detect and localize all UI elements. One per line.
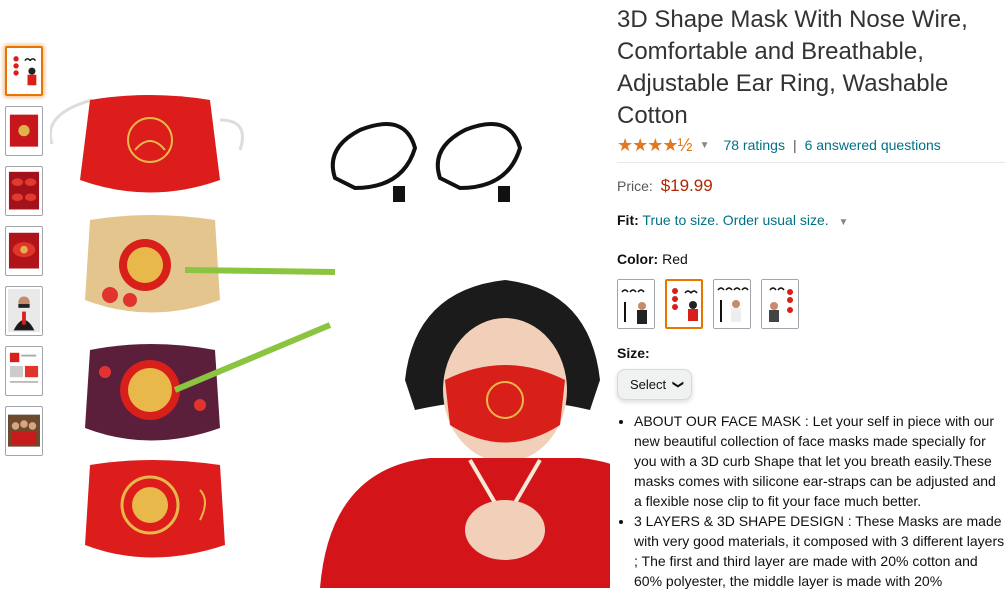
color-swatch-4[interactable] [761,279,799,329]
color-swatch-1[interactable] [617,279,655,329]
swatch-3-image [717,287,749,322]
caret-down-icon: ❯ [672,379,685,390]
thumbnail-3-image [8,171,40,210]
product-details: 3D Shape Mask With Nose Wire, Comfortabl… [617,0,1005,591]
thumbnail-7-image [8,414,40,447]
size-select-value: Select [630,377,667,392]
swatch-1-image [621,289,647,324]
price-value: $19.99 [660,176,713,195]
product-title: 3D Shape Mask With Nose Wire, Comfortabl… [617,6,968,129]
color-value: Red [662,251,688,267]
chevron-down-icon[interactable]: ▼ [700,140,710,151]
thumbnail-2-image [9,114,39,147]
swatch-4-image [769,287,793,322]
rating-row: ★★★★½ ▼ 78 ratings | 6 answered question… [617,134,1005,156]
size-label: Size: [617,345,650,361]
divider [617,162,1005,163]
answered-questions-link[interactable]: 6 answered questions [805,137,941,153]
thumbnail-5[interactable] [5,286,43,336]
feature-bullet-2: 3 LAYERS & 3D SHAPE DESIGN : These Masks… [634,511,1005,591]
thumbnail-7[interactable] [5,406,43,456]
price-label: Price: [617,178,653,194]
thumbnail-1-image [13,56,37,86]
star-rating-icon[interactable]: ★★★★½ [617,135,693,156]
mask-image-1 [50,95,244,193]
fit-chevron-down-icon[interactable]: ▼ [839,217,849,228]
feature-bullets: ABOUT OUR FACE MASK : Let your self in p… [617,411,1005,591]
fit-value-link[interactable]: True to size. Order usual size. [642,212,828,228]
thumbnail-list [5,46,45,466]
mask-image-3 [85,322,332,441]
model-woman-image [320,280,610,588]
thumbnail-6-image [9,352,39,383]
feature-bullet-1: ABOUT OUR FACE MASK : Let your self in p… [634,411,1005,511]
thumbnail-5-image [8,289,40,333]
thumbnail-1[interactable] [5,46,43,96]
main-product-image [50,95,610,588]
separator: | [792,137,797,153]
color-row: Color: Red [617,251,1005,267]
size-select-dropdown[interactable]: Select ❯ [617,369,693,400]
thumbnail-4-image [8,232,40,269]
thumbnail-2[interactable] [5,106,43,156]
thumbnail-6[interactable] [5,346,43,396]
color-swatch-3[interactable] [713,279,751,329]
mask-image-4 [85,460,225,558]
price-row: Price: $19.99 [617,176,1005,196]
ear-strap-image [330,122,523,202]
thumbnail-3[interactable] [5,166,43,216]
fit-label: Fit: [617,212,639,228]
thumbnail-4[interactable] [5,226,43,276]
ratings-link[interactable]: 78 ratings [723,137,784,153]
color-label: Color: [617,251,659,267]
fit-row: Fit: True to size. Order usual size. ▼ [617,212,1005,228]
swatch-2-image [672,288,698,321]
color-swatch-2-selected[interactable] [665,279,703,329]
color-swatches [617,279,1005,329]
